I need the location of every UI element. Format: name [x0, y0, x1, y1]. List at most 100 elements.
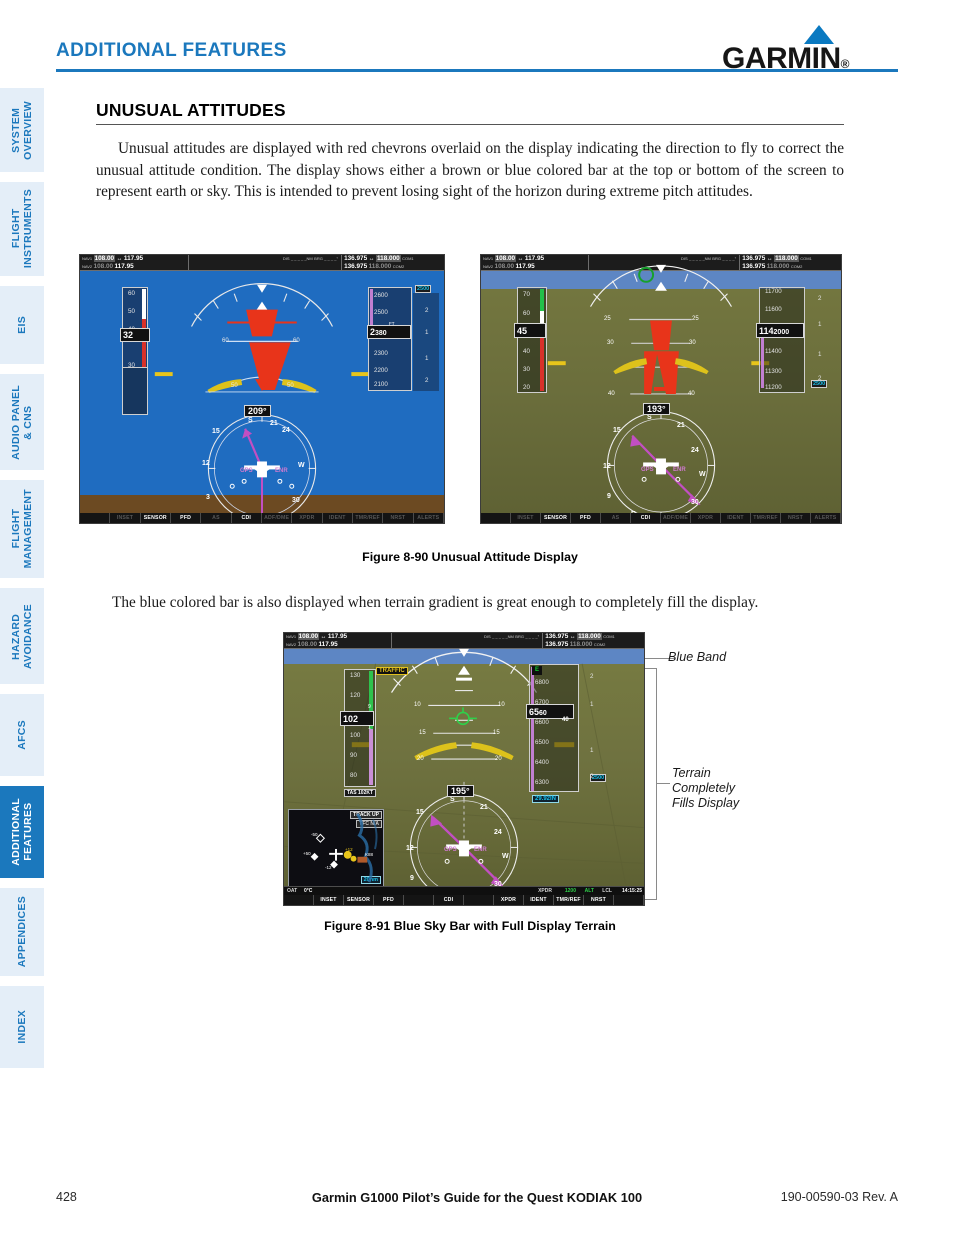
softkey-nrst[interactable]: NRST — [781, 513, 811, 523]
oat-label: OAT — [287, 888, 298, 894]
softkey-blank-0[interactable] — [481, 513, 511, 523]
softkey-ident[interactable]: IDENT — [524, 895, 554, 905]
altitude-tick-6: 6300 — [535, 779, 549, 786]
altitude-readout: 2380 — [367, 325, 411, 339]
softkey-blank-4[interactable] — [404, 895, 434, 905]
softkey-nrst[interactable]: NRST — [584, 895, 614, 905]
altitude-tick-3: 6600 — [535, 719, 549, 726]
softkey-pfd[interactable]: PFD — [571, 513, 601, 523]
vsi-tick-2: 1 — [425, 329, 429, 336]
annotation-terrain-line-3: Fills Display — [672, 796, 740, 810]
softkey-xpdr[interactable]: XPDR — [691, 513, 721, 523]
sidebar-tab-flight-management[interactable]: FLIGHT MANAGEMENT — [0, 480, 44, 578]
heading-readout: 195° — [447, 785, 474, 797]
airspeed-tape: 130 120 110 100 90 80 — [344, 669, 376, 787]
softkey-sensor[interactable]: SENSOR — [541, 513, 571, 523]
pitch-tick-25-left: 25 — [604, 316, 611, 322]
pfd-screenshot-unusual-attitude-blue: NAV1 108.00 ↔ 117.95 NAV2 108.00 117.95 … — [79, 254, 445, 524]
softkey-sensor[interactable]: SENSOR — [344, 895, 374, 905]
sidebar-tab-label: EIS — [16, 316, 28, 334]
softkey-blank-0[interactable] — [284, 895, 314, 905]
sidebar-tab-appendices[interactable]: APPENDICES — [0, 888, 44, 976]
tas-value: 102KT — [358, 790, 374, 796]
sidebar-tab-eis[interactable]: EIS — [0, 286, 44, 364]
terrain-bracket-bottom — [645, 899, 657, 900]
sidebar-tab-flight-instruments[interactable]: FLIGHT INSTRUMENTS — [0, 182, 44, 276]
softkey-tmr-ref[interactable]: TMR/REF — [554, 895, 584, 905]
softkey-inset[interactable]: INSET — [314, 895, 344, 905]
inset-map[interactable]: TRACK UP TFC N/A 20nm -50 +50 +12 -12 K8… — [288, 809, 384, 887]
softkey-blank-0[interactable] — [80, 513, 111, 523]
altitude-trend-bar — [370, 289, 373, 329]
softkey-sensor[interactable]: SENSOR — [141, 513, 171, 523]
softkey-bar-left: INSET SENSOR PFD AS CDI ADF/DME XPDR IDENT TMR/R… — [80, 513, 444, 523]
registered-mark-icon: ® — [840, 57, 850, 71]
hsi-phase-label: ENR — [474, 847, 487, 853]
sidebar-tab-label: HAZARD AVOIDANCE — [10, 603, 34, 669]
sidebar-tab-additional-features[interactable]: ADDITIONAL FEATURES — [0, 786, 44, 878]
softkey-tmr-ref[interactable]: TMR/REF — [353, 513, 384, 523]
softkey-pfd[interactable]: PFD — [374, 895, 404, 905]
softkey-as[interactable]: AS — [201, 513, 232, 523]
airspeed-small-top: 9 — [368, 704, 371, 710]
softkey-tmr-ref[interactable]: TMR/REF — [751, 513, 781, 523]
softkey-blank-11[interactable] — [614, 895, 644, 905]
pitch-tick-10-right: 10 — [498, 702, 505, 708]
softkey-xpdr[interactable]: XPDR — [494, 895, 524, 905]
softkey-nrst[interactable]: NRST — [383, 513, 414, 523]
softkey-ident[interactable]: IDENT — [721, 513, 751, 523]
sidebar-tab-index[interactable]: INDEX — [0, 986, 44, 1068]
altitude-tick-5: 11300 — [765, 368, 782, 375]
sidebar-tab-audio-panel-cns[interactable]: AUDIO PANEL & CNS — [0, 374, 44, 470]
pfd-status-strip: OAT 0°C XPDR 1200 ALT LCL 14:15:25 — [284, 886, 644, 895]
section-heading: UNUSUAL ATTITUDES — [96, 100, 844, 125]
pitch-tick-20-left: 20 — [417, 756, 424, 762]
sidebar-tab-hazard-avoidance[interactable]: HAZARD AVOIDANCE — [0, 588, 44, 684]
airspeed-strip-trend — [369, 729, 373, 785]
softkey-pfd[interactable]: PFD — [171, 513, 202, 523]
softkey-inset[interactable]: INSET — [110, 513, 141, 523]
oat-value: 0°C — [304, 888, 313, 894]
softkey-inset[interactable]: INSET — [511, 513, 541, 523]
altitude-tick-5: 6400 — [535, 759, 549, 766]
airspeed-strip-white — [142, 289, 146, 319]
softkey-xpdr[interactable]: XPDR — [292, 513, 323, 523]
inset-traffic-tag-3: +12 — [345, 847, 353, 852]
heading-readout: 209° — [244, 405, 271, 417]
softkey-cdi[interactable]: CDI — [434, 895, 464, 905]
inset-traffic-tag-1: -50 — [311, 832, 318, 837]
airspeed-tick-1: 60 — [128, 290, 135, 297]
softkey-alerts[interactable]: ALERTS — [811, 513, 841, 523]
altitude-tick-4: 11400 — [765, 348, 782, 355]
footer-document-number: 190-00590-03 Rev. A — [780, 1190, 898, 1204]
sidebar-tab-system-overview[interactable]: SYSTEM OVERVIEW — [0, 88, 44, 172]
inset-map-graphics — [310, 813, 378, 883]
softkey-blank-6[interactable] — [464, 895, 494, 905]
sidebar-tab-label: SYSTEM OVERVIEW — [10, 100, 34, 160]
airspeed-readout: 32 — [120, 328, 150, 342]
altitude-tick-1: 11700 — [765, 288, 782, 295]
altitude-readout-small-1: 60 — [539, 710, 547, 717]
softkey-adf-dme[interactable]: ADF/DME — [262, 513, 293, 523]
softkey-adf-dme[interactable]: ADF/DME — [661, 513, 691, 523]
altitude-tick-5: 2200 — [374, 367, 388, 374]
softkey-alerts[interactable]: ALERTS — [414, 513, 444, 523]
inset-traffic-tag-4: -12 — [325, 865, 332, 870]
vertical-speed-indicator: 2 1 1 2 — [806, 289, 832, 393]
garmin-wordmark: GARMIN® — [722, 42, 850, 76]
hsi-phase-label: ENR — [275, 468, 288, 474]
softkey-ident[interactable]: IDENT — [323, 513, 353, 523]
altitude-trend-bar — [531, 667, 534, 791]
vsi-tick-1: 2 — [425, 307, 429, 314]
softkey-cdi[interactable]: CDI — [631, 513, 661, 523]
annotation-terrain-line-1: Terrain — [672, 766, 711, 780]
airspeed-strip-red — [142, 319, 146, 369]
vsi-tick-4: 2 — [590, 773, 594, 780]
time-zone-label: LCL — [602, 888, 612, 894]
annotation-blue-band: Blue Band — [668, 650, 727, 664]
softkey-as[interactable]: AS — [601, 513, 631, 523]
sidebar-tab-label: FLIGHT INSTRUMENTS — [10, 189, 34, 269]
sidebar-tab-afcs[interactable]: AFCS — [0, 694, 44, 776]
altitude-readout-big: 114 — [759, 326, 774, 336]
softkey-cdi[interactable]: CDI — [232, 513, 262, 523]
